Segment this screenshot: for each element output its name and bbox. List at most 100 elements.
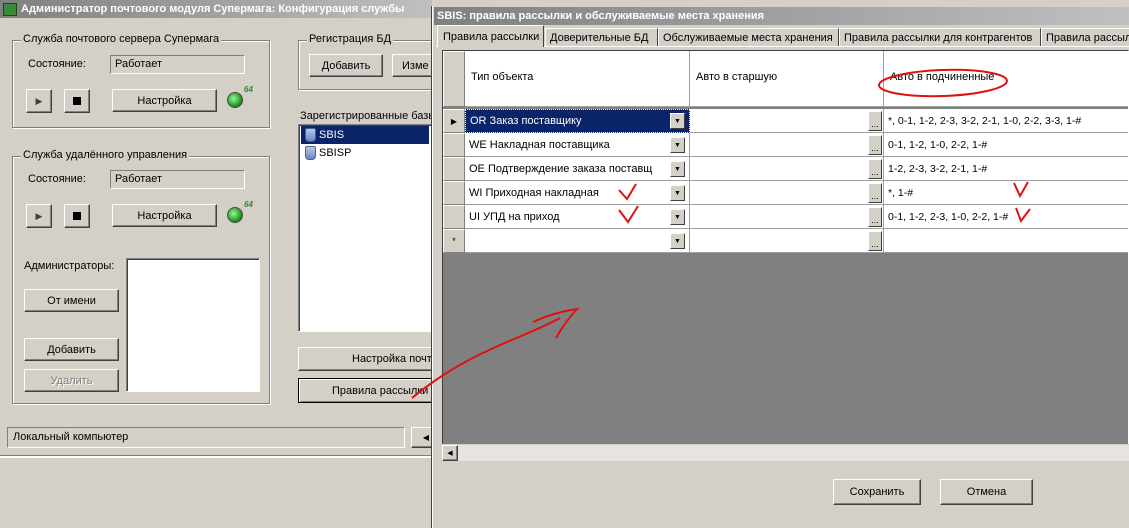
cell-auto-down[interactable]: 0-1, 1-2, 1-0, 2-2, 1-# [884, 133, 1128, 157]
mail-settings-button[interactable]: Настройка почты [298, 347, 448, 371]
cell-object-type[interactable]: UI УПД на приход [465, 205, 690, 229]
save-button[interactable]: Сохранить [833, 479, 921, 505]
object-type-dropdown-button[interactable]: ▼ [670, 113, 685, 129]
mail-server-stop-button[interactable] [64, 89, 90, 113]
database-icon [305, 146, 316, 160]
column-header-object-type[interactable]: Тип объекта [465, 51, 690, 107]
mail-server-status-led-icon [227, 92, 243, 108]
play-icon: ▶ [35, 210, 43, 221]
cell-auto-down[interactable]: 0-1, 1-2, 2-3, 1-0, 2-2, 1-# [884, 205, 1128, 229]
remote-stop-button[interactable] [64, 204, 90, 228]
cell-object-type-text: UI УПД на приход [469, 210, 560, 223]
cell-object-type[interactable] [465, 229, 690, 253]
admin-delete-button[interactable]: Удалить [24, 369, 119, 392]
cell-auto-up[interactable] [690, 229, 884, 253]
remote-management-group-label: Служба удалённого управления [21, 149, 190, 161]
mail-server-group-label: Служба почтового сервера Супермага [21, 33, 222, 45]
registered-dbs-label: Зарегистрированные базы [300, 110, 432, 122]
cell-object-type[interactable]: OR Заказ поставщику [465, 109, 690, 133]
cell-object-type[interactable]: WE Накладная поставщика [465, 133, 690, 157]
arrow-left-icon: ◀ [447, 450, 453, 457]
cancel-button[interactable]: Отмена [940, 479, 1033, 505]
auto-up-ellipsis-button[interactable]: ... [868, 135, 882, 155]
cell-auto-down[interactable]: *, 0-1, 1-2, 2-3, 3-2, 2-1, 1-0, 2-2, 3-… [884, 109, 1128, 133]
cell-auto-down[interactable] [884, 229, 1128, 253]
mail-server-led-tag: 64 [244, 85, 253, 94]
cell-object-type[interactable]: OE Подтверждение заказа поставщ [465, 157, 690, 181]
stop-icon [73, 212, 81, 220]
chevron-down-icon: ▼ [674, 189, 681, 197]
db-add-button[interactable]: Добавить [309, 54, 383, 77]
admins-list[interactable] [126, 258, 260, 392]
rules-grid: Тип объекта Авто в старшую Авто в подчин… [442, 50, 1129, 456]
cell-auto-up[interactable] [690, 133, 884, 157]
chevron-down-icon: ▼ [674, 117, 681, 125]
auto-up-ellipsis-button[interactable]: ... [868, 231, 882, 251]
chevron-down-icon: ▼ [674, 141, 681, 149]
object-type-dropdown-button[interactable]: ▼ [670, 161, 685, 177]
column-header-auto-down[interactable]: Авто в подчиненные [884, 51, 1128, 107]
status-bar-text: Локальный компьютер [13, 431, 129, 443]
cell-auto-up[interactable] [690, 157, 884, 181]
auto-up-ellipsis-button[interactable]: ... [868, 183, 882, 203]
row-indicator[interactable] [443, 181, 465, 205]
tab-mailing-rules-more[interactable]: Правила рассылки [1041, 28, 1129, 46]
remote-settings-button[interactable]: Настройка [112, 204, 217, 227]
dialog-titlebar[interactable]: SBIS: правила рассылки и обслуживаемые м… [434, 7, 1129, 25]
tab-counterparty-rules[interactable]: Правила рассылки для контрагентов [839, 28, 1041, 46]
grid-horizontal-scrollbar[interactable]: ◀ [442, 444, 1129, 461]
object-type-dropdown-button[interactable]: ▼ [670, 185, 685, 201]
mail-server-play-button[interactable]: ▶ [26, 89, 52, 113]
main-window-bottom-edge [0, 455, 432, 458]
cell-object-type-text: OR Заказ поставщику [470, 115, 582, 127]
mail-server-status-field: Работает [110, 55, 245, 74]
object-type-dropdown-button[interactable]: ▼ [670, 233, 685, 249]
auto-up-ellipsis-button[interactable]: ... [868, 159, 882, 179]
cell-auto-up[interactable] [690, 205, 884, 229]
cell-auto-down[interactable]: 1-2, 2-3, 3-2, 2-1, 1-# [884, 157, 1128, 181]
tab-served-storage[interactable]: Обслуживаемые места хранения [658, 28, 839, 46]
tab-trusted-dbs[interactable]: Доверительные БД [545, 28, 658, 46]
scroll-left-button[interactable]: ◀ [442, 445, 458, 461]
tab-mailing-rules[interactable]: Правила рассылки [437, 25, 544, 47]
stop-icon [73, 97, 81, 105]
cell-object-type-text: WE Накладная поставщика [469, 138, 610, 151]
row-indicator[interactable] [443, 133, 465, 157]
remote-status-label: Состояние: [28, 173, 86, 185]
db-registration-group-label: Регистрация БД [307, 33, 394, 45]
row-indicator[interactable]: * [443, 229, 465, 253]
row-indicator[interactable]: ▶ [443, 109, 465, 133]
chevron-down-icon: ▼ [674, 165, 681, 173]
current-row-arrow-icon: ▶ [450, 116, 458, 126]
admins-label: Администраторы: [24, 260, 115, 272]
mail-server-group: Служба почтового сервера Супермага [12, 33, 270, 128]
cell-object-type[interactable]: WI Приходная накладная [465, 181, 690, 205]
auto-up-ellipsis-button[interactable]: ... [868, 111, 882, 131]
cell-auto-down[interactable]: *, 1-# [884, 181, 1128, 205]
grid-corner [443, 51, 465, 107]
database-icon [305, 128, 316, 142]
auto-up-ellipsis-button[interactable]: ... [868, 207, 882, 227]
column-header-auto-up[interactable]: Авто в старшую [690, 51, 884, 107]
registered-db-item[interactable]: SBISP [301, 144, 429, 162]
status-bar: Локальный компьютер [7, 427, 405, 448]
mailing-rules-button[interactable]: Правила рассылки [298, 378, 448, 403]
row-indicator[interactable] [443, 205, 465, 229]
as-user-button[interactable]: От имени [24, 289, 119, 312]
row-indicator[interactable] [443, 157, 465, 181]
registered-db-item[interactable]: SBIS [301, 126, 429, 144]
remote-play-button[interactable]: ▶ [26, 204, 52, 228]
dialog-title: SBIS: правила рассылки и обслуживаемые м… [437, 10, 765, 22]
mail-server-settings-button[interactable]: Настройка [112, 89, 217, 112]
arrow-left-icon: ◀ [422, 433, 430, 442]
object-type-dropdown-button[interactable]: ▼ [670, 137, 685, 153]
object-type-dropdown-button[interactable]: ▼ [670, 209, 685, 225]
chevron-down-icon: ▼ [674, 213, 681, 221]
registered-db-item-label: SBIS [319, 129, 345, 141]
admin-add-button[interactable]: Добавить [24, 338, 119, 361]
cell-auto-up[interactable] [690, 109, 884, 133]
main-window-titlebar[interactable]: Администратор почтового модуля Супермага… [0, 0, 432, 18]
remote-status-value: Работает [115, 173, 163, 185]
cell-auto-up[interactable] [690, 181, 884, 205]
app-icon [3, 2, 17, 16]
